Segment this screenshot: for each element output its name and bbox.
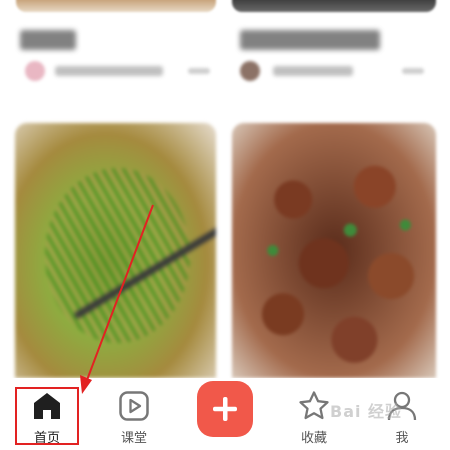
- recipe-card-image-top-left[interactable]: [16, 0, 216, 12]
- add-recipe-button[interactable]: [194, 378, 256, 450]
- author-name-right[interactable]: [273, 66, 353, 76]
- recipe-card-image-top-right[interactable]: [232, 0, 436, 12]
- tab-class[interactable]: 课堂: [101, 378, 167, 450]
- more-icon-left[interactable]: [188, 68, 210, 74]
- plus-icon: [213, 397, 237, 421]
- annotation-highlight-box: [15, 387, 79, 445]
- more-icon-right[interactable]: [402, 68, 424, 74]
- play-icon: [119, 391, 149, 421]
- add-button-background: [197, 381, 253, 437]
- author-name-left[interactable]: [55, 66, 163, 76]
- tab-me-label: 我: [395, 431, 409, 446]
- author-avatar-right[interactable]: [240, 61, 260, 81]
- recipe-card-image-left[interactable]: [15, 123, 216, 378]
- author-avatar-left[interactable]: [25, 61, 45, 81]
- star-icon: [299, 391, 329, 420]
- recipe-card-title-right[interactable]: [240, 30, 380, 50]
- recipe-feed[interactable]: [0, 0, 450, 378]
- recipe-card-image-right[interactable]: [232, 123, 436, 378]
- tab-favorites-label: 收藏: [300, 431, 327, 446]
- tab-class-label: 课堂: [120, 431, 147, 446]
- watermark: Bai 经验: [330, 402, 403, 421]
- recipe-card-title-left[interactable]: [20, 30, 76, 50]
- chopsticks: [73, 215, 216, 320]
